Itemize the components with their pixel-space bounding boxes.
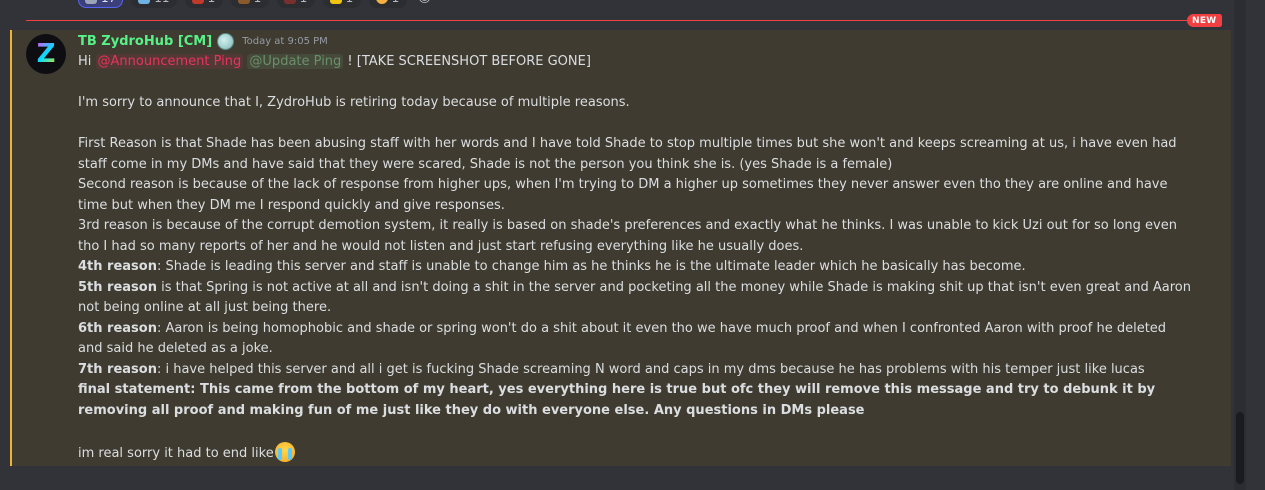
reaction-robot[interactable]: 17 bbox=[78, 0, 124, 8]
reaction-count: 1 bbox=[392, 0, 400, 5]
reaction-count: 1 bbox=[300, 0, 308, 5]
seventh-reason: 7th reason: i have helped this server an… bbox=[78, 360, 1193, 381]
final-statement: final statement: This came from the bott… bbox=[78, 382, 1156, 418]
reaction-monitor[interactable]: 11 bbox=[131, 0, 177, 8]
monster-emoji-icon bbox=[283, 0, 296, 4]
intro-paragraph: I'm sorry to announce that I, ZydroHub i… bbox=[78, 95, 630, 110]
message-header: TB ZydroHub [CM] Today at 9:05 PM bbox=[78, 33, 328, 50]
reaction-count: 17 bbox=[101, 0, 116, 5]
new-messages-divider bbox=[26, 20, 1219, 21]
reaction-bar: 17 11 1 1 1 1 1 ☺ bbox=[78, 0, 435, 8]
square-emoji-icon bbox=[329, 0, 342, 4]
role-icon[interactable] bbox=[217, 33, 235, 50]
mention-update-ping[interactable]: @Update Ping bbox=[247, 54, 344, 69]
robot-emoji-icon bbox=[85, 0, 97, 4]
reaction-count: 1 bbox=[254, 0, 262, 5]
monitor-emoji-icon bbox=[138, 0, 151, 4]
reaction-monster[interactable]: 1 bbox=[276, 0, 315, 8]
smiley-plus-icon: ☺ bbox=[418, 0, 432, 6]
reaction-meat[interactable]: 1 bbox=[184, 0, 223, 8]
sixth-reason: 6th reason: Aaron is being homophobic an… bbox=[78, 319, 1193, 360]
reaction-count: 1 bbox=[208, 0, 216, 5]
username[interactable]: TB ZydroHub [CM] bbox=[78, 34, 212, 49]
avatar[interactable]: Z bbox=[26, 34, 66, 74]
fifth-reason: 5th reason is that Spring is not active … bbox=[78, 278, 1193, 319]
mention-announcement-ping[interactable]: @Announcement Ping bbox=[95, 54, 244, 69]
closing-text: im real sorry it had to end like bbox=[78, 445, 274, 461]
second-reason: Second reason is because of the lack of … bbox=[78, 177, 1168, 213]
greeting-suffix: ! [TAKE SCREENSHOT BEFORE GONE] bbox=[343, 54, 591, 69]
reaction-count: 11 bbox=[154, 0, 169, 5]
scrollbar-thumb[interactable] bbox=[1236, 412, 1244, 484]
new-badge: NEW bbox=[1187, 14, 1222, 27]
avatar-letter: Z bbox=[36, 39, 56, 69]
greeting-line: Hi @Announcement Ping @Update Ping ! [TA… bbox=[78, 52, 1193, 73]
closing-line: im real sorry it had to end like bbox=[78, 441, 1193, 465]
reaction-bear[interactable]: 1 bbox=[230, 0, 269, 8]
timestamp[interactable]: Today at 9:05 PM bbox=[242, 36, 328, 47]
fifth-reason-label: 5th reason bbox=[78, 279, 157, 295]
first-reason: First Reason is that Shade has been abus… bbox=[78, 136, 1177, 172]
bear-emoji-icon bbox=[237, 0, 250, 4]
crying-face-emoji-icon bbox=[274, 441, 295, 462]
message-content: Hi @Announcement Ping @Update Ping ! [TA… bbox=[78, 52, 1193, 464]
sixth-reason-text: : Aaron is being homophobic and shade or… bbox=[78, 320, 1167, 357]
sixth-reason-label: 6th reason bbox=[78, 320, 157, 336]
meat-emoji-icon bbox=[191, 0, 204, 4]
clapping-hands-emoji-icon bbox=[375, 0, 388, 4]
greeting-prefix: Hi bbox=[78, 54, 96, 69]
third-reason: 3rd reason is because of the corrupt dem… bbox=[78, 218, 1177, 254]
reaction-clap[interactable]: 1 bbox=[368, 0, 407, 8]
fourth-reason-label: 4th reason bbox=[78, 259, 157, 274]
fifth-reason-text: is that Spring is not active at all and … bbox=[78, 279, 1191, 316]
seventh-reason-label: 7th reason bbox=[78, 361, 157, 377]
fourth-reason: 4th reason: Shade is leading this server… bbox=[78, 257, 1193, 278]
seventh-reason-text: : i have helped this server and all i ge… bbox=[156, 361, 1145, 377]
reaction-square[interactable]: 1 bbox=[322, 0, 361, 8]
add-reaction-button[interactable]: ☺ bbox=[415, 0, 435, 8]
fourth-reason-text: : Shade is leading this server and staff… bbox=[156, 259, 1026, 274]
reaction-count: 1 bbox=[346, 0, 354, 5]
message-highlighted[interactable]: Z TB ZydroHub [CM] Today at 9:05 PM Hi @… bbox=[10, 30, 1231, 466]
